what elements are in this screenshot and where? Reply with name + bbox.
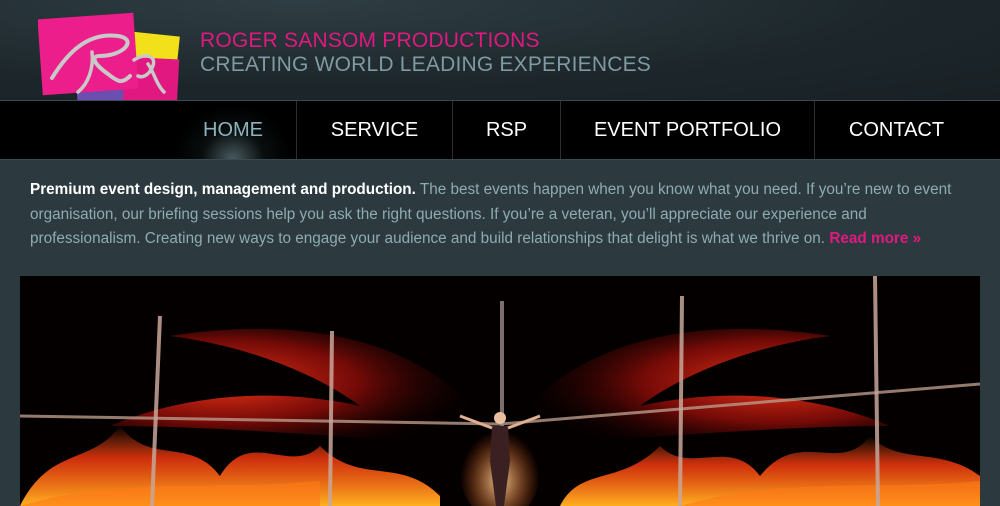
rsp-logo[interactable]	[38, 12, 180, 110]
nav-contact[interactable]: CONTACT	[814, 101, 978, 159]
fire-wings-image	[20, 276, 980, 506]
nav-event-portfolio[interactable]: EVENT PORTFOLIO	[560, 101, 814, 159]
nav-rsp[interactable]: RSP	[452, 101, 560, 159]
read-more-link[interactable]: Read more »	[829, 230, 921, 247]
nav-service[interactable]: SERVICE	[296, 101, 452, 159]
intro-lead: Premium event design, management and pro…	[30, 181, 416, 198]
site-header: ROGER SANSOM PRODUCTIONS CREATING WORLD …	[0, 0, 1000, 110]
main-nav: HOME SERVICE RSP EVENT PORTFOLIO CONTACT	[0, 100, 1000, 160]
intro-paragraph: Premium event design, management and pro…	[30, 178, 975, 252]
brand-title: ROGER SANSOM PRODUCTIONS	[200, 29, 540, 52]
hero-image[interactable]	[20, 276, 980, 506]
nav-home[interactable]: HOME	[170, 101, 296, 159]
brand-tagline: CREATING WORLD LEADING EXPERIENCES	[200, 53, 651, 76]
